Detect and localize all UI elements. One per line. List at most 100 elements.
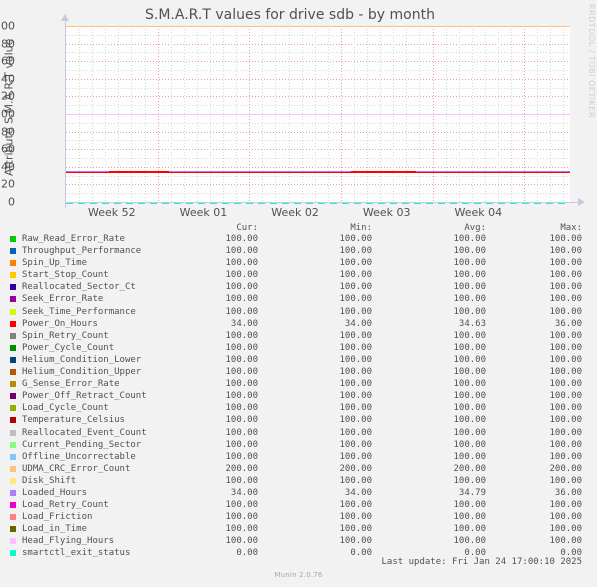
legend-row[interactable]: Seek_Error_Rate 100.00 100.00 100.00 100.00 — [0, 293, 597, 305]
legend-value-cur: 100.00 — [225, 342, 258, 353]
x-axis — [66, 202, 580, 203]
legend-row[interactable]: Head_Flying_Hours 100.00 100.00 100.00 100.0… — [0, 535, 597, 547]
legend-value-min: 34.00 — [344, 487, 372, 498]
legend-row[interactable]: Spin_Retry_Count 100.00 100.00 100.00 100.00 — [0, 330, 597, 342]
legend-row[interactable]: Helium_Condition_Upper 100.00 100.00 100.00… — [0, 366, 597, 378]
gridline-minor — [66, 34, 570, 36]
legend-row[interactable]: Load_Retry_Count 100.00 100.00 100.00 100.00 — [0, 499, 597, 511]
legend-value-avg: 100.00 — [453, 512, 486, 523]
legend-color-swatch — [10, 260, 16, 267]
legend-row[interactable]: Start_Stop_Count 100.00 100.00 100.00 100.00 — [0, 269, 597, 281]
legend-value-cur: 100.00 — [225, 391, 258, 402]
y-axis-tick-label: 180 — [0, 37, 15, 51]
legend-row[interactable]: Current_Pending_Sector 100.00 100.00 100.00… — [0, 439, 597, 451]
legend-series-name: Start_Stop_Count — [22, 270, 109, 281]
legend-value-cur: 34.00 — [230, 487, 258, 498]
legend-value-min: 100.00 — [339, 258, 372, 269]
gridline-minor — [66, 122, 570, 124]
legend-value-max: 36.00 — [554, 487, 582, 498]
y-axis-tick-label: 60 — [1, 142, 15, 156]
legend-row[interactable]: Load_in_Time 100.00 100.00 100.00 100.00 — [0, 523, 597, 535]
legend-series-name: Spin_Retry_Count — [22, 330, 109, 341]
legend-value-min: 100.00 — [339, 270, 372, 281]
legend-value-max: 100.00 — [549, 367, 582, 378]
legend-row[interactable]: Reallocated_Sector_Ct 100.00 100.00 100.00 1… — [0, 281, 597, 293]
legend-series-name: Power_Cycle_Count — [22, 342, 115, 353]
legend-row[interactable]: Load_Friction 100.00 100.00 100.00 100.00 — [0, 511, 597, 523]
legend-value-max: 100.00 — [549, 246, 582, 257]
legend-value-avg: 100.00 — [453, 524, 486, 535]
legend-value-cur: 100.00 — [225, 403, 258, 414]
legend-row[interactable]: Temperature_Celsius 100.00 100.00 100.00 100… — [0, 414, 597, 426]
legend-row[interactable]: Power_Off_Retract_Count 100.00 100.00 100.0… — [0, 390, 597, 402]
gridline-major — [66, 96, 570, 98]
legend-value-min: 100.00 — [339, 282, 372, 293]
legend-row[interactable]: Throughput_Performance 100.00 100.00 100.00… — [0, 245, 597, 257]
legend-value-min: 100.00 — [339, 415, 372, 426]
chart-title: S.M.A.R.T values for drive sdb - by mont… — [145, 7, 435, 23]
legend-row[interactable]: Reallocated_Event_Count 100.00 100.00 100.0… — [0, 427, 597, 439]
legend-series-name: Offline_Uncorrectable — [22, 451, 136, 462]
legend-row[interactable]: Power_Cycle_Count 100.00 100.00 100.00 100.0… — [0, 342, 597, 354]
legend-value-cur: 200.00 — [225, 463, 258, 474]
legend-value-avg: 100.00 — [453, 415, 486, 426]
legend-value-cur: 100.00 — [225, 536, 258, 547]
legend-value-avg: 100.00 — [453, 379, 486, 390]
x-axis-tick-label: Week 01 — [179, 206, 228, 219]
legend-row[interactable]: G_Sense_Error_Rate 100.00 100.00 100.00 100.… — [0, 378, 597, 390]
legend-value-avg: 100.00 — [453, 306, 486, 317]
legend-value-cur: 100.00 — [225, 415, 258, 426]
y-axis-tick-label: 200 — [0, 19, 15, 33]
legend-row[interactable]: Seek_Time_Performance 100.00 100.00 100.00 1… — [0, 306, 597, 318]
legend-series-name: Helium_Condition_Upper — [22, 367, 142, 378]
legend-value-cur: 34.00 — [230, 318, 258, 329]
legend-series-name: Spin_Up_Time — [22, 258, 88, 269]
legend-value-min: 100.00 — [339, 475, 372, 486]
legend-color-swatch — [10, 272, 16, 279]
legend-value-max: 100.00 — [549, 439, 582, 450]
legend-value-avg: 100.00 — [453, 282, 486, 293]
y-axis-tick-label: 40 — [1, 160, 15, 174]
legend-row[interactable]: Raw_Read_Error_Rate 100.00 100.00 100.00 100… — [0, 233, 597, 245]
legend-value-cur: 100.00 — [225, 427, 258, 438]
gridline-major — [66, 78, 570, 80]
y-axis-tick-label: 80 — [1, 125, 15, 139]
legend-value-min: 100.00 — [339, 246, 372, 257]
gridline-minor — [66, 158, 570, 159]
gridline-major — [66, 184, 570, 186]
legend-value-cur: 100.00 — [225, 451, 258, 462]
legend-row[interactable]: Offline_Uncorrectable 100.00 100.00 100.00 1… — [0, 451, 597, 463]
legend-value-cur: 100.00 — [225, 258, 258, 269]
legend-value-min: 100.00 — [339, 306, 372, 317]
legend-series-name: Load_in_Time — [22, 524, 88, 535]
legend-row[interactable]: Disk_Shift 100.00 100.00 100.00 100.00 — [0, 475, 597, 487]
legend-row[interactable]: Spin_Up_Time 100.00 100.00 100.00 100.00 — [0, 257, 597, 269]
legend-series-name: Load_Retry_Count — [22, 500, 109, 511]
legend-value-min: 100.00 — [339, 391, 372, 402]
legend-value-avg: 100.00 — [453, 439, 486, 450]
legend-value-cur: 100.00 — [225, 367, 258, 378]
legend-header-max: Max: — [560, 223, 582, 233]
legend-color-swatch — [10, 248, 16, 255]
data-line-segment — [350, 171, 417, 174]
legend-row[interactable]: Power_On_Hours 34.00 34.00 34.63 36.00 — [0, 318, 597, 330]
legend-row[interactable]: Helium_Condition_Lower 100.00 100.00 100.00… — [0, 354, 597, 366]
y-axis-tick-label: 0 — [8, 195, 15, 209]
legend-color-swatch — [10, 429, 16, 436]
legend-series-name: Load_Friction — [22, 512, 93, 523]
legend-value-min: 100.00 — [339, 330, 372, 341]
legend-value-cur: 100.00 — [225, 379, 258, 390]
legend-value-max: 100.00 — [549, 354, 582, 365]
legend-value-min: 100.00 — [339, 379, 372, 390]
legend-value-min: 100.00 — [339, 342, 372, 353]
legend-row[interactable]: Loaded_Hours 34.00 34.00 34.79 36.00 — [0, 487, 597, 499]
legend-color-swatch — [10, 236, 16, 242]
legend-value-cur: 100.00 — [225, 330, 258, 341]
legend-series-name: Seek_Time_Performance — [22, 306, 136, 317]
legend-row[interactable]: Load_Cycle_Count 100.00 100.00 100.00 100.00 — [0, 402, 597, 414]
legend-value-min: 100.00 — [339, 451, 372, 462]
plot-area — [66, 26, 570, 204]
legend-row[interactable]: UDMA_CRC_Error_Count 200.00 200.00 200.00 20… — [0, 463, 597, 475]
legend-value-min: 100.00 — [339, 439, 372, 450]
legend-value-max: 100.00 — [549, 306, 582, 317]
